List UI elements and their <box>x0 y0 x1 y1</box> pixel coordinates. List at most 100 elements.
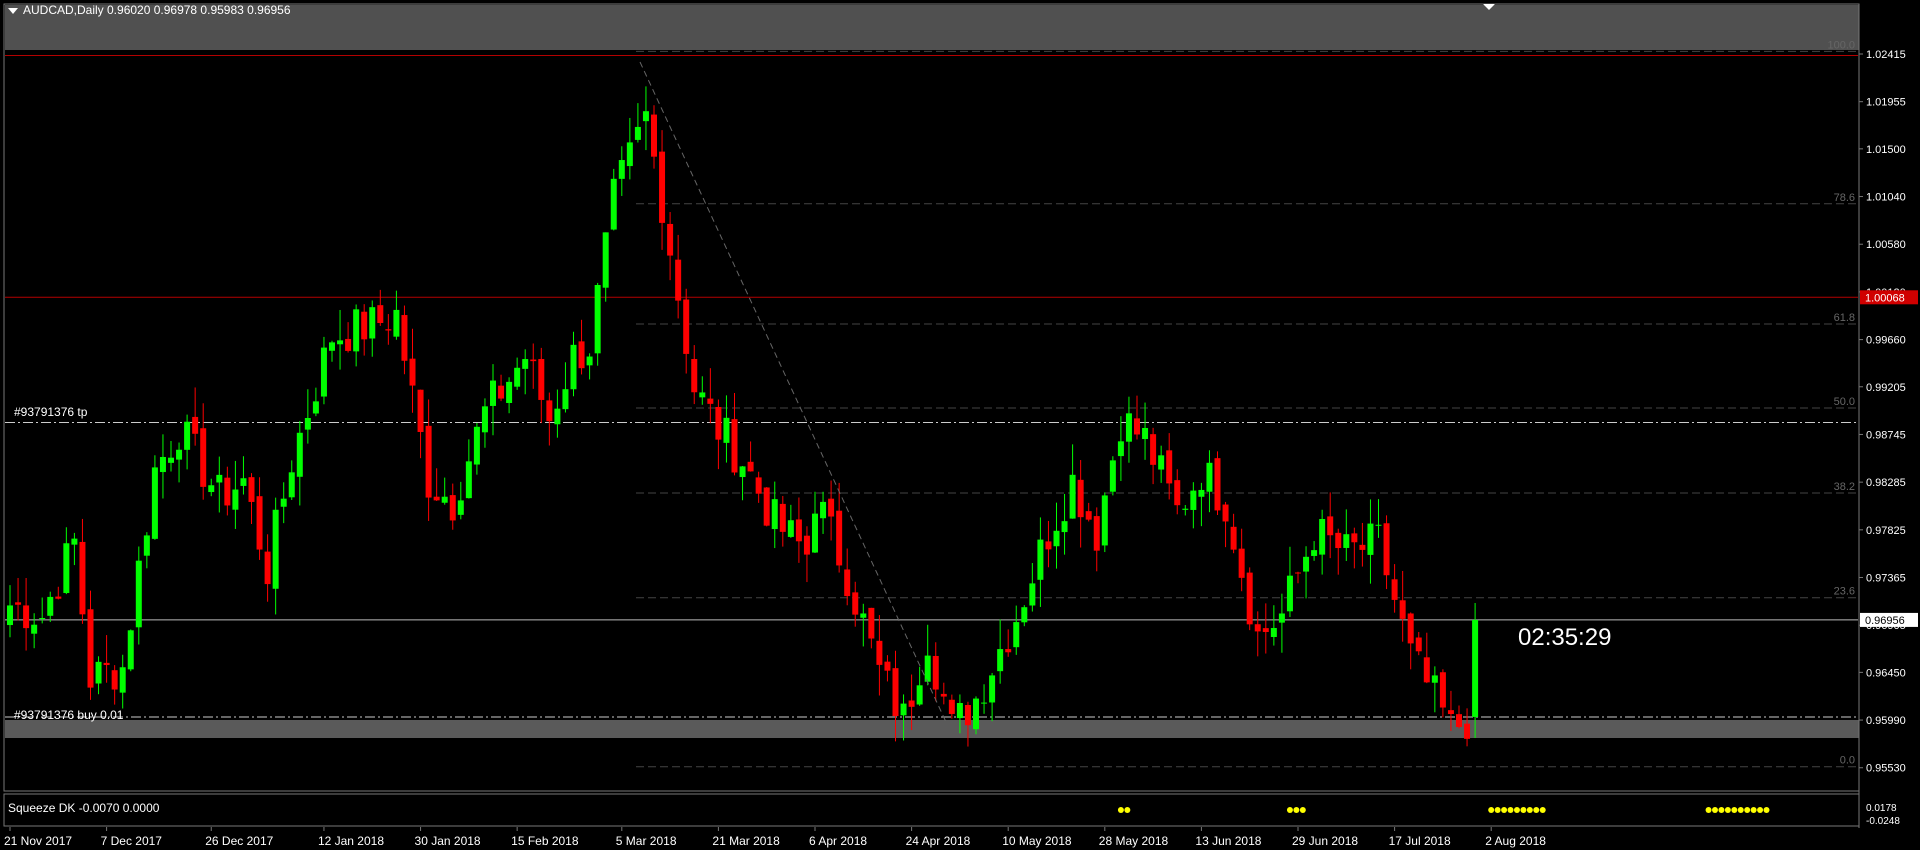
fib-level-label: 78.6 <box>1834 192 1855 204</box>
bull-candle <box>1198 489 1205 497</box>
bull-candle <box>1013 622 1020 648</box>
price-tick-label: 0.98745 <box>1866 429 1906 441</box>
bear-candle <box>659 151 666 223</box>
bull-candle <box>618 160 625 179</box>
bear-candle <box>1295 572 1301 574</box>
bear-candle <box>264 551 271 585</box>
bull-candle <box>787 520 794 537</box>
fibonacci-retracement[interactable]: 100.0 78.6 61.8 50.0 38.2 23.6 0.0 <box>636 39 1858 768</box>
bull-candle <box>634 126 641 140</box>
bull-candle <box>304 418 311 430</box>
bull-candle <box>812 513 818 553</box>
bull-candle <box>95 661 102 684</box>
collapse-triangle-icon[interactable] <box>8 7 18 14</box>
bear-candle <box>779 503 786 532</box>
bear-candle <box>1134 418 1140 435</box>
bull-candle <box>1021 607 1028 623</box>
bear-candle <box>530 359 537 362</box>
bear-candle <box>23 605 30 629</box>
bear-candle <box>763 487 770 526</box>
bull-candle <box>1431 675 1438 683</box>
bull-candle <box>570 344 577 390</box>
squeeze-dot <box>1299 807 1306 813</box>
bear-candle <box>1085 511 1092 520</box>
indicator-label: Squeeze DK -0.0070 0.0000 <box>8 801 160 815</box>
bear-candle <box>546 400 553 422</box>
symbol-header: AUDCAD,Daily 0.96020 0.96978 0.95983 0.9… <box>8 3 291 17</box>
bear-candle <box>707 398 714 404</box>
bull-candle <box>1117 441 1124 457</box>
bull-candle <box>353 309 360 352</box>
squeeze-dot <box>1539 807 1546 813</box>
date-tick-label: 12 Jan 2018 <box>318 834 384 848</box>
bear-candle <box>345 338 352 351</box>
bear-candle <box>940 693 947 697</box>
bull-candle <box>860 613 867 618</box>
bull-candle <box>1319 518 1326 555</box>
bear-candle <box>1399 600 1406 619</box>
indicator-axis-bottom: -0.0248 <box>1866 816 1900 827</box>
bull-candle <box>1286 575 1293 612</box>
price-tick-label: 0.95530 <box>1866 763 1906 775</box>
date-tick-label: 30 Jan 2018 <box>415 834 481 848</box>
tp-order-label[interactable]: #93791376 tp <box>14 405 87 419</box>
bull-candle <box>1278 613 1285 623</box>
bull-candle <box>924 655 931 682</box>
price-chart[interactable]: 100.0 78.6 61.8 50.0 38.2 23.6 0.0 1.02415 1.01… <box>0 0 1920 850</box>
bull-candle <box>240 478 247 486</box>
bear-candle <box>852 592 859 615</box>
bear-candle <box>1407 613 1414 644</box>
bear-candle <box>964 704 971 726</box>
bear-candle <box>377 305 384 323</box>
bear-candle <box>111 670 118 690</box>
bull-candle <box>1375 524 1382 526</box>
bull-candle <box>602 232 609 288</box>
bull-candle <box>457 500 464 515</box>
squeeze-dot <box>1520 807 1527 813</box>
bear-candle <box>1423 657 1430 683</box>
bear-candle <box>651 114 657 157</box>
bull-candle <box>280 498 287 507</box>
bull-candle <box>1061 521 1068 533</box>
bear-candle <box>1174 480 1181 506</box>
bear-candle <box>1447 710 1454 715</box>
bear-candle <box>844 569 851 597</box>
bull-candle <box>47 596 54 616</box>
horizontal-lines[interactable] <box>5 55 1858 718</box>
bear-candle <box>828 498 835 517</box>
date-tick-label: 29 Jun 2018 <box>1292 834 1358 848</box>
bear-candle <box>731 419 738 473</box>
bear-candle <box>1415 637 1422 652</box>
demand-zone-bottom <box>5 720 1859 738</box>
entry-order-label[interactable]: #93791376 buy 0.01 <box>14 708 123 722</box>
bull-candle <box>176 449 183 460</box>
bull-candle <box>208 485 215 493</box>
trend-line[interactable] <box>639 61 947 723</box>
bear-candle <box>425 425 432 498</box>
squeeze-dot <box>1711 807 1718 813</box>
bear-candle <box>1464 723 1471 739</box>
date-tick-label: 17 Jul 2018 <box>1389 834 1451 848</box>
bear-candle <box>498 385 505 399</box>
bear-candle <box>103 662 110 666</box>
bear-candle <box>1246 572 1253 625</box>
bull-candle <box>642 111 649 122</box>
bull-candle <box>490 380 496 406</box>
bear-candle <box>1254 624 1261 632</box>
bear-candle <box>1335 532 1342 549</box>
bull-candle <box>481 406 488 433</box>
bull-candle <box>465 461 472 499</box>
bear-candle <box>1359 544 1366 550</box>
bear-candle <box>683 299 690 354</box>
bull-candle <box>184 421 191 450</box>
date-tick-label: 21 Mar 2018 <box>712 834 780 848</box>
bear-candle <box>1391 579 1398 600</box>
bear-candle <box>1166 450 1173 484</box>
squeeze-dot <box>1124 807 1131 813</box>
bull-candle <box>232 489 239 510</box>
indicator-axis-top: 0.0178 <box>1866 803 1897 814</box>
bear-candle <box>795 519 802 542</box>
fib-level-label: 38.2 <box>1834 481 1855 493</box>
bull-candle <box>997 649 1004 672</box>
bear-candle <box>948 699 955 714</box>
